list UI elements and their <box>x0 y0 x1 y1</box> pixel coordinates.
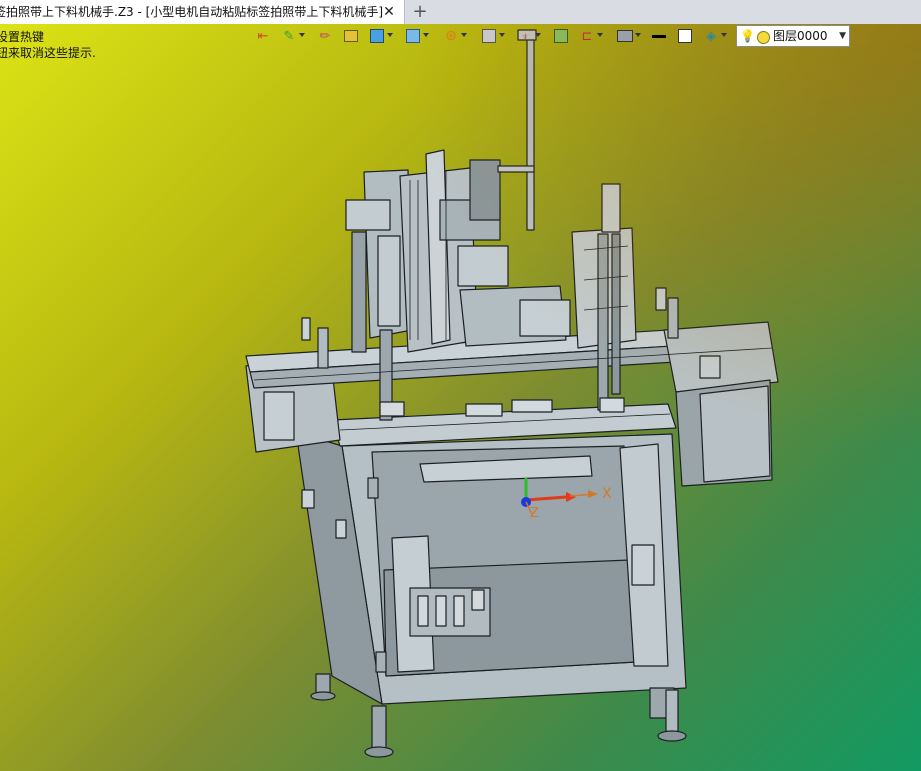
close-tab-icon[interactable]: ✕ <box>380 0 398 24</box>
image-icon[interactable] <box>550 25 572 47</box>
x-axis-label: X <box>602 486 612 502</box>
monitor-icon[interactable] <box>614 25 641 47</box>
cube-icon[interactable] <box>366 25 393 47</box>
layer-name: 图层0000 <box>773 29 828 43</box>
layer-color-icon <box>757 31 770 44</box>
paint-icon[interactable]: ✎ <box>278 25 305 47</box>
probe-icon[interactable]: ⍖ <box>514 25 541 47</box>
hint-line-2: 钮来取消这些提示. <box>0 46 96 60</box>
machine-model[interactable] <box>0 24 921 771</box>
document-tab-title: 签拍照带上下料机械手.Z3 - [小型电机自动粘贴标签拍照带上下料机械手] <box>0 5 383 19</box>
tab-bar: 签拍照带上下料机械手.Z3 - [小型电机自动粘贴标签拍照带上下料机械手] ✕ … <box>0 0 921 25</box>
render-icon[interactable] <box>402 25 429 47</box>
camera-pole <box>526 35 535 231</box>
line-weight-icon[interactable] <box>648 25 670 47</box>
dimension-icon[interactable]: ⊏ <box>576 25 603 47</box>
view-icon[interactable] <box>478 25 505 47</box>
hint-line-1: 设置热键 <box>0 30 45 44</box>
layer-stack-icon[interactable]: ◈ <box>700 25 727 47</box>
box-icon[interactable] <box>340 25 362 47</box>
wheel-icon[interactable]: ⊛ <box>440 25 467 47</box>
pencil-icon[interactable]: ✏ <box>314 25 336 47</box>
lightbulb-icon: 💡 <box>740 29 755 43</box>
3d-viewport[interactable]: 设置热键 钮来取消这些提示. X Z <box>0 24 921 771</box>
exit-icon[interactable]: ⇤ <box>252 25 274 47</box>
z-axis-label: Z <box>530 506 539 521</box>
frame-icon[interactable] <box>674 25 696 47</box>
chevron-down-icon[interactable]: ▼ <box>839 26 846 46</box>
layer-dropdown[interactable]: 💡 图层0000 ▼ <box>736 25 850 47</box>
new-tab-button[interactable]: + <box>410 0 430 24</box>
document-tab[interactable]: 签拍照带上下料机械手.Z3 - [小型电机自动粘贴标签拍照带上下料机械手] ✕ <box>0 0 405 24</box>
